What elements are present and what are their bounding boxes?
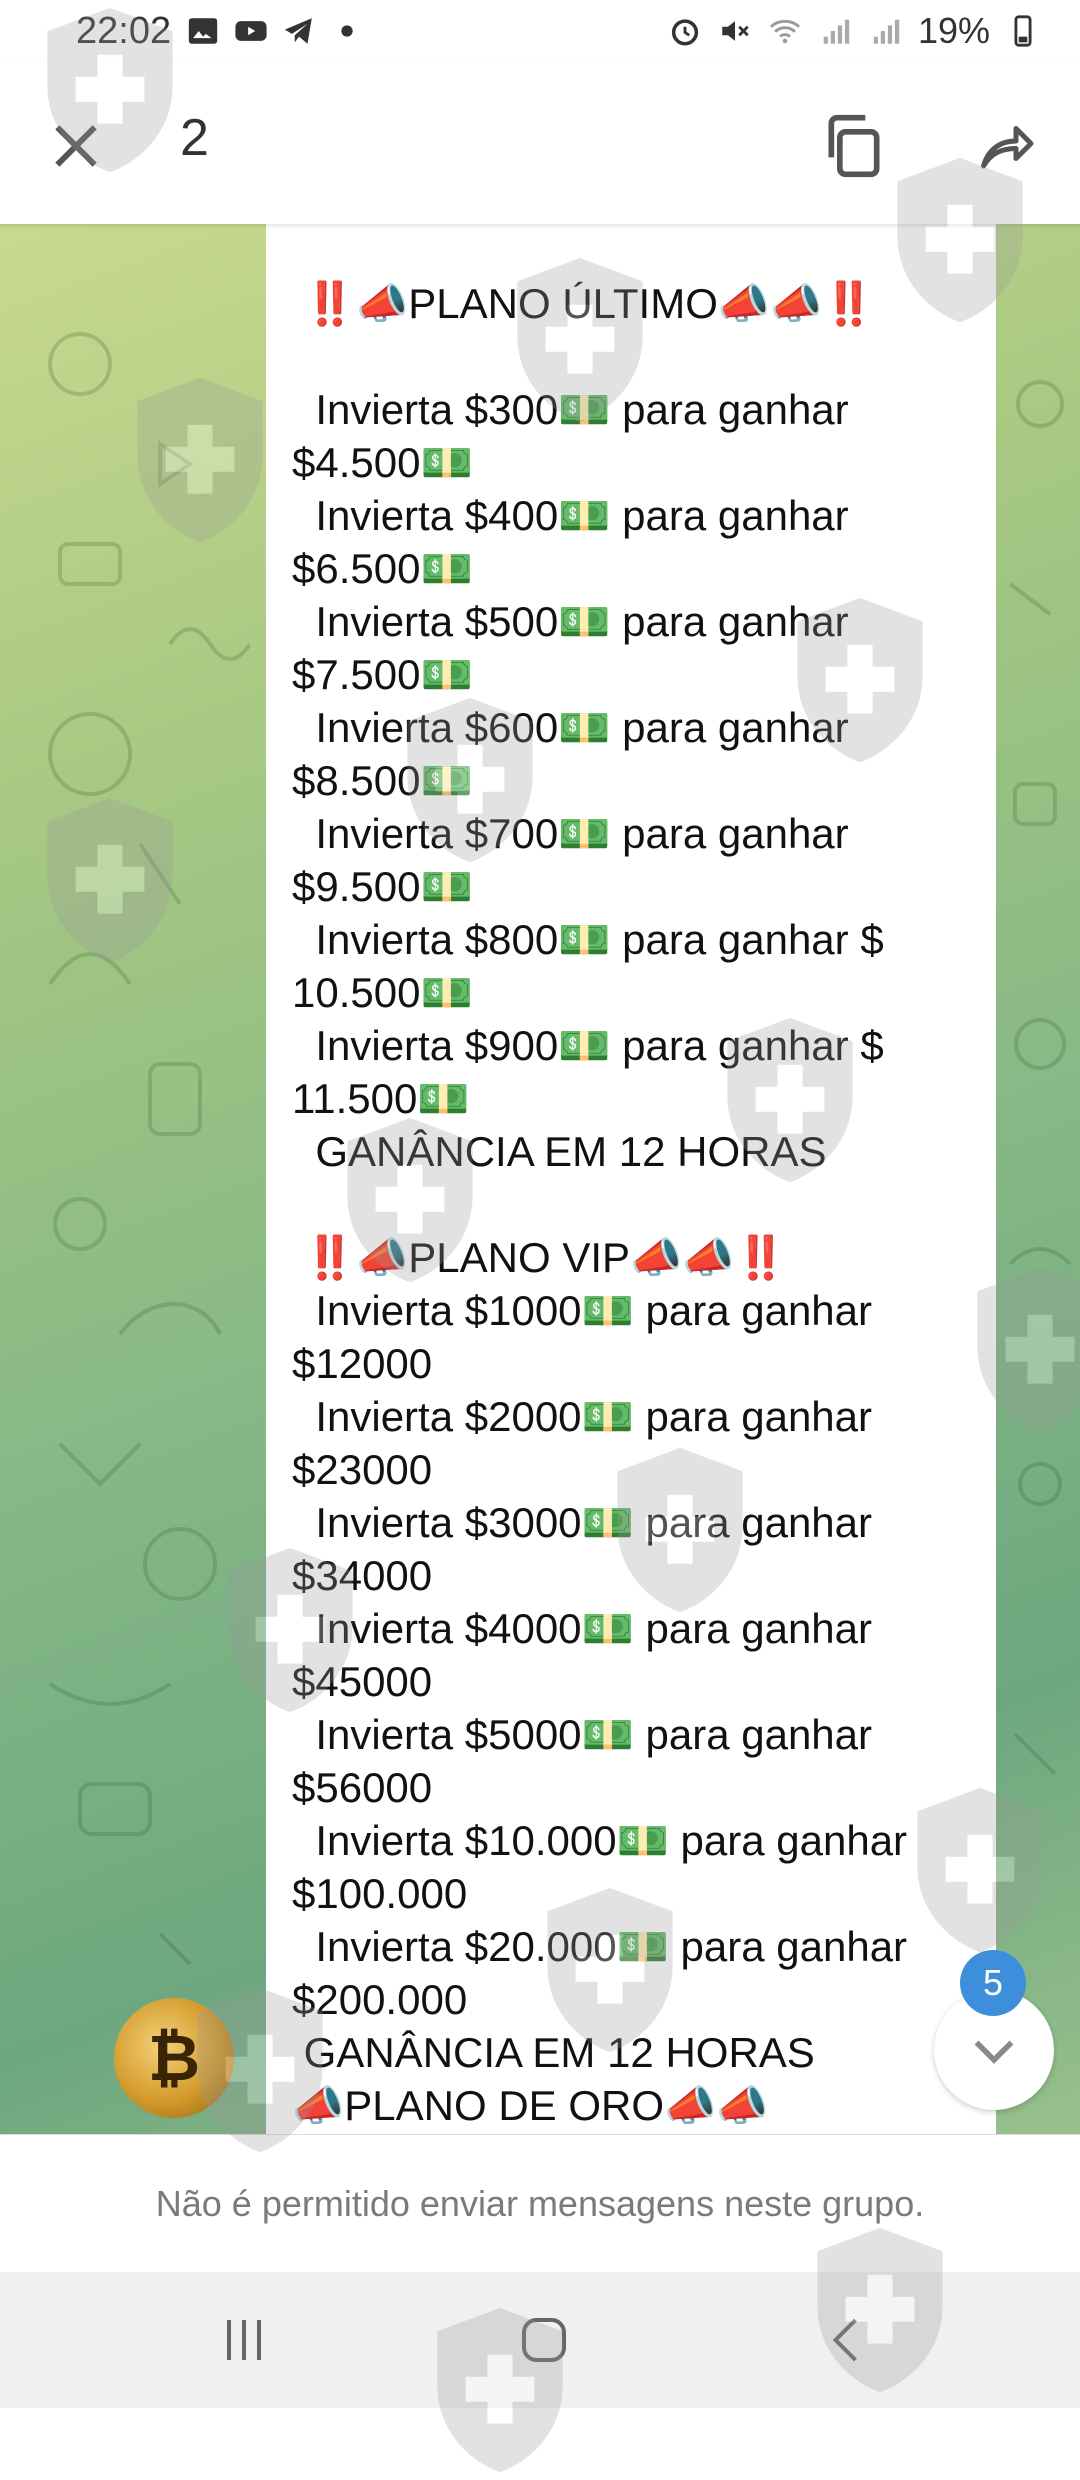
- message-line: ‼️📣PLANO VIP📣📣‼️: [292, 1234, 787, 1281]
- image-icon: [188, 18, 218, 44]
- message-line: Invierta $4000💵 para ganhar: [292, 1605, 873, 1652]
- mute-icon: [722, 21, 749, 41]
- alarm-icon: [671, 19, 699, 46]
- message-line: $34000: [292, 1552, 433, 1599]
- restricted-notice: Não é permitido enviar mensagens neste g…: [0, 2134, 1080, 2273]
- message-line: 10.500💵: [292, 969, 473, 1016]
- status-time: 22:02: [76, 10, 172, 52]
- message-line: $100.000: [292, 1870, 468, 1917]
- message-line: ‼️📣PLANO ÚLTIMO📣📣‼️: [292, 280, 875, 327]
- youtube-icon: [235, 21, 267, 41]
- chevron-down-icon: [974, 2040, 1014, 2064]
- message-line: [292, 330, 992, 383]
- message-line: [292, 1178, 992, 1231]
- message-line: $7.500💵: [292, 651, 473, 698]
- message-line: Invierta $300💵 para ganhar: [292, 386, 849, 433]
- message-line: $9.500💵: [292, 863, 473, 910]
- message-line: $56000: [292, 1764, 433, 1811]
- doodle-pattern: [1008, 380, 1072, 1776]
- message-line: Invierta $600💵 para ganhar: [292, 704, 849, 751]
- message-line: $12000: [292, 1340, 433, 1387]
- message-line: Invierta $500💵 para ganhar: [292, 598, 849, 645]
- message-line: $8.500💵: [292, 757, 473, 804]
- status-bar: 22:02 19%: [0, 0, 1080, 64]
- message-line: $200.000: [292, 1976, 468, 2023]
- dot-icon: [341, 25, 353, 37]
- home-icon[interactable]: [514, 2310, 574, 2370]
- app-bar: 2: [0, 64, 1080, 224]
- nav-bar: [0, 2272, 1080, 2408]
- message-line: Invierta $900💵 para ganhar $: [292, 1022, 884, 1069]
- telegram-icon: [284, 18, 312, 44]
- recent-apps-icon[interactable]: [214, 2310, 274, 2370]
- battery-icon: [1014, 15, 1032, 47]
- message-line: $4.500💵: [292, 439, 473, 486]
- message-line: Invierta $700💵 para ganhar: [292, 810, 849, 857]
- message-line: Invierta $20.000💵 para ganhar: [292, 1923, 908, 1970]
- doodle-pattern: [48, 332, 250, 1966]
- message-line: GANÂNCIA EM 12 HORAS: [292, 2029, 815, 2076]
- channel-avatar[interactable]: ₿: [114, 1998, 234, 2118]
- message-line: GANÂNCIA EM 12 HORAS: [292, 1128, 827, 1175]
- message-line: Invierta $400💵 para ganhar: [292, 492, 849, 539]
- message-line: [292, 224, 992, 277]
- copy-icon[interactable]: [820, 112, 888, 180]
- message-line: Invierta $5000💵 para ganhar: [292, 1711, 873, 1758]
- back-icon[interactable]: [818, 2310, 878, 2370]
- message-text[interactable]: ‼️📣PLANO ÚLTIMO📣📣‼️ Invierta $300💵 para …: [292, 224, 992, 2132]
- battery-percent: 19%: [917, 10, 990, 51]
- selected-count: 2: [180, 109, 209, 167]
- close-icon[interactable]: [44, 114, 108, 178]
- message-line: Invierta $1000💵 para ganhar: [292, 1287, 873, 1334]
- signal-icon: [823, 19, 850, 44]
- message-line: $23000: [292, 1446, 433, 1493]
- unread-badge: 5: [960, 1950, 1026, 2016]
- wifi-icon: [769, 19, 801, 44]
- share-icon[interactable]: [972, 116, 1040, 176]
- message-line: Invierta $3000💵 para ganhar: [292, 1499, 873, 1546]
- message-line: Invierta $10.000💵 para ganhar: [292, 1817, 908, 1864]
- message-line: $45000: [292, 1658, 433, 1705]
- message-line: $6.500💵: [292, 545, 473, 592]
- message-line: 📣PLANO DE ORO📣📣: [292, 2082, 769, 2129]
- message-line: Invierta $2000💵 para ganhar: [292, 1393, 873, 1440]
- message-line: 11.500💵: [292, 1075, 470, 1122]
- signal-icon: [873, 19, 900, 44]
- message-line: Invierta $800💵 para ganhar $: [292, 916, 884, 963]
- chat-area[interactable]: ‼️📣PLANO ÚLTIMO📣📣‼️ Invierta $300💵 para …: [0, 224, 1080, 2134]
